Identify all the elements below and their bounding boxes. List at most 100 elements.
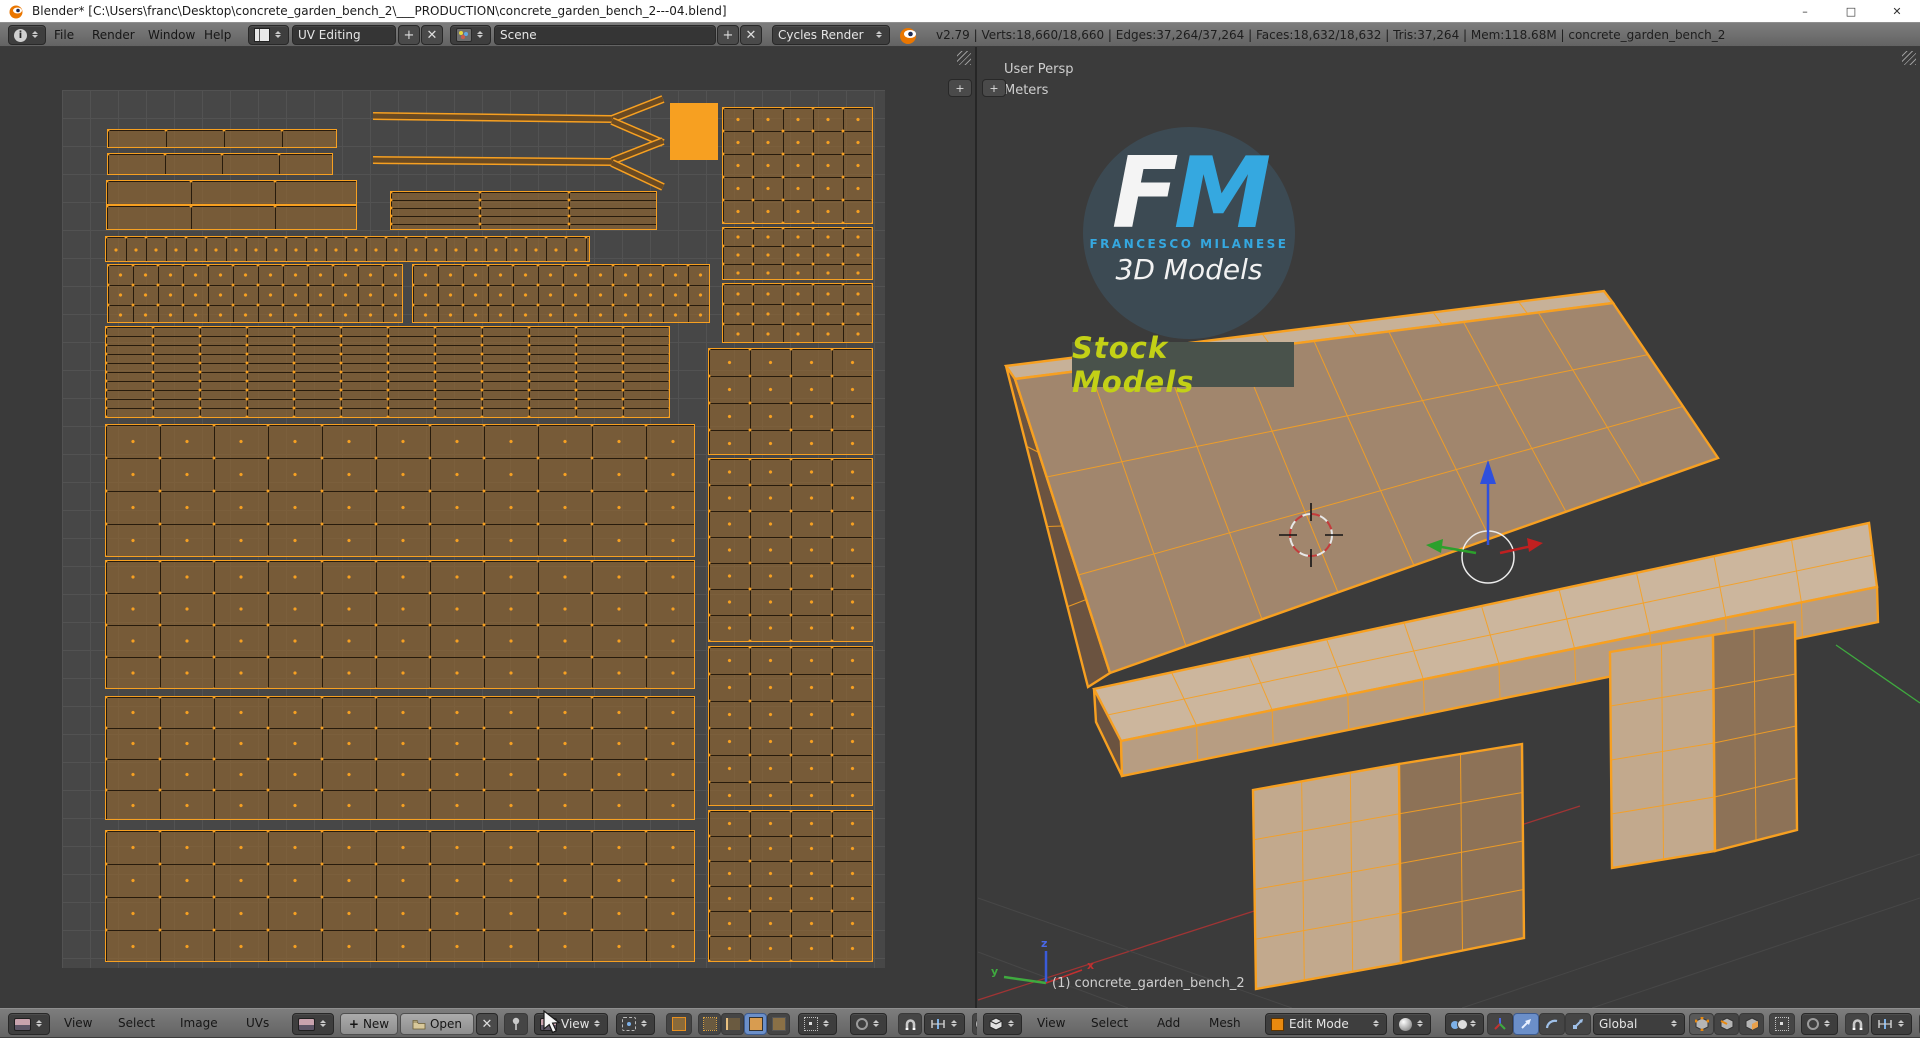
edge-select-icon bbox=[725, 1018, 740, 1030]
3d-panel-expand-button[interactable]: + bbox=[982, 79, 1006, 97]
corner-resize-grip[interactable] bbox=[957, 51, 971, 65]
viewport-shading-selector[interactable] bbox=[1393, 1013, 1431, 1035]
image-new-button[interactable]: + New bbox=[340, 1013, 398, 1035]
vertex-select-icon bbox=[702, 1017, 717, 1031]
uv-editor-header: View Select Image UVs + New Open ✕ View bbox=[0, 1008, 977, 1038]
chevron-updown-icon bbox=[822, 1017, 831, 1031]
3d-menu-mesh[interactable]: Mesh bbox=[1209, 1009, 1241, 1037]
plus-icon: + bbox=[348, 1017, 359, 1031]
scene-icon bbox=[456, 28, 472, 42]
interaction-mode-selector[interactable]: Edit Mode bbox=[1265, 1013, 1387, 1035]
uv-menu-image[interactable]: Image bbox=[180, 1009, 218, 1037]
fm-logo-circle: FM FRANCESCO MILANESE 3D Models bbox=[1083, 127, 1295, 339]
uv-editor-viewport[interactable]: + bbox=[0, 47, 977, 1008]
pin-icon bbox=[512, 1017, 520, 1030]
snap-target-icon bbox=[931, 1019, 945, 1029]
blender-logo-icon bbox=[900, 28, 916, 44]
object-info-overlay: (1) concrete_garden_bench_2 bbox=[1052, 976, 1245, 991]
maximize-button[interactable]: □ bbox=[1828, 0, 1874, 22]
editor-type-selector-3d[interactable] bbox=[983, 1013, 1022, 1035]
chevron-updown-icon bbox=[1897, 1017, 1906, 1031]
manipulator-scale-button[interactable] bbox=[1565, 1013, 1591, 1035]
layout-add-button[interactable]: + bbox=[398, 25, 420, 45]
proportional-edit-selector[interactable] bbox=[850, 1013, 887, 1035]
scene-name-field[interactable]: Scene bbox=[494, 25, 716, 45]
chevron-updown-icon bbox=[593, 1017, 602, 1031]
fm-logo-monogram: FM bbox=[1111, 137, 1271, 251]
vertex-mode-cube-icon bbox=[1694, 1017, 1709, 1031]
3d-menu-view[interactable]: View bbox=[1037, 1009, 1065, 1037]
snap-toggle-button-3d[interactable] bbox=[1845, 1013, 1869, 1035]
fm-logo-name: FRANCESCO MILANESE bbox=[1089, 237, 1289, 251]
editor-type-selector-info[interactable]: i bbox=[8, 25, 46, 45]
occlude-geometry-button[interactable] bbox=[1769, 1013, 1795, 1035]
image-editor-icon bbox=[14, 1017, 31, 1031]
proportional-edit-selector-3d[interactable] bbox=[1801, 1013, 1838, 1035]
chevron-updown-icon bbox=[31, 28, 40, 42]
menu-render[interactable]: Render bbox=[92, 23, 135, 46]
layout-browse-button[interactable] bbox=[248, 25, 289, 45]
face-select-mode-button[interactable] bbox=[1739, 1013, 1764, 1035]
title-bar: Blender* [C:\Users\franc\Desktop\concret… bbox=[0, 0, 1920, 22]
manipulator-rotate-button[interactable] bbox=[1539, 1013, 1565, 1035]
uv-select-vertex-button[interactable] bbox=[698, 1013, 721, 1035]
chevron-updown-icon bbox=[1372, 1017, 1381, 1031]
layout-icon bbox=[254, 28, 270, 42]
editor-type-selector-image[interactable] bbox=[8, 1013, 50, 1035]
render-engine-selector[interactable]: Cycles Render bbox=[772, 25, 890, 45]
3d-viewport[interactable]: z y x User Persp Meters (1) concrete_gar… bbox=[977, 47, 1920, 1008]
manipulator-toggle-button[interactable] bbox=[1487, 1013, 1513, 1035]
uv-select-edge-button[interactable] bbox=[721, 1013, 744, 1035]
proportional-edit-icon bbox=[856, 1018, 868, 1030]
layout-delete-button[interactable]: ✕ bbox=[421, 25, 443, 45]
snap-toggle-button[interactable] bbox=[898, 1013, 922, 1035]
occlude-icon bbox=[1775, 1017, 1789, 1031]
uv-menu-view[interactable]: View bbox=[64, 1009, 92, 1037]
chevron-updown-icon bbox=[319, 1017, 328, 1031]
magnet-icon bbox=[1852, 1018, 1862, 1030]
uv-menu-uvs[interactable]: UVs bbox=[246, 1009, 269, 1037]
menu-file[interactable]: File bbox=[54, 23, 74, 46]
island-select-icon bbox=[771, 1017, 786, 1031]
image-browse-button[interactable] bbox=[292, 1013, 334, 1035]
edge-select-mode-button[interactable] bbox=[1714, 1013, 1739, 1035]
corner-resize-grip[interactable] bbox=[1902, 51, 1916, 65]
minimize-button[interactable]: – bbox=[1782, 0, 1828, 22]
face-mode-cube-icon bbox=[1745, 1017, 1758, 1031]
axis-tripod-icon bbox=[1494, 1018, 1506, 1030]
uv-menu-select[interactable]: Select bbox=[118, 1009, 155, 1037]
snap-target-selector-3d[interactable] bbox=[1871, 1013, 1912, 1035]
sticky-selection-selector[interactable] bbox=[798, 1013, 837, 1035]
snap-target-selector[interactable] bbox=[924, 1013, 965, 1035]
menu-window[interactable]: Window bbox=[148, 23, 195, 46]
transform-orientation-selector[interactable]: Global bbox=[1593, 1013, 1685, 1035]
window-title: Blender* [C:\Users\franc\Desktop\concret… bbox=[32, 4, 727, 18]
3d-view-header: View Select Add Mesh Edit Mode Global bbox=[977, 1008, 1920, 1038]
close-button[interactable]: ✕ bbox=[1874, 0, 1920, 22]
vertex-select-mode-button[interactable] bbox=[1689, 1013, 1714, 1035]
view-name-overlay: User Persp bbox=[1004, 62, 1074, 77]
folder-icon bbox=[412, 1019, 426, 1029]
scene-add-button[interactable]: + bbox=[717, 25, 739, 45]
chevron-updown-icon bbox=[1007, 1017, 1016, 1031]
info-header: i File Render Window Help UV Editing + ✕… bbox=[0, 22, 1920, 47]
3d-menu-add[interactable]: Add bbox=[1157, 1009, 1180, 1037]
pivot-point-selector[interactable] bbox=[616, 1013, 655, 1035]
image-unlink-button[interactable]: ✕ bbox=[476, 1013, 498, 1035]
layout-name-field[interactable]: UV Editing bbox=[292, 25, 396, 45]
uv-panel-expand-button[interactable]: + bbox=[948, 79, 972, 97]
uv-select-face-button[interactable] bbox=[744, 1013, 767, 1035]
uv-select-island-button[interactable] bbox=[767, 1013, 790, 1035]
manipulator-translate-button[interactable] bbox=[1513, 1013, 1539, 1035]
blender-window: Blender* [C:\Users\franc\Desktop\concret… bbox=[0, 0, 1920, 1038]
pin-toggle-button[interactable] bbox=[504, 1013, 528, 1035]
chevron-updown-icon bbox=[875, 28, 884, 42]
uv-sync-selection-toggle[interactable] bbox=[666, 1013, 692, 1035]
3d-editor-cube-icon bbox=[989, 1017, 1003, 1031]
pivot-center-selector[interactable] bbox=[1445, 1013, 1484, 1035]
image-open-button[interactable]: Open bbox=[400, 1013, 474, 1035]
3d-menu-select[interactable]: Select bbox=[1091, 1009, 1128, 1037]
scene-delete-button[interactable]: ✕ bbox=[740, 25, 762, 45]
menu-help[interactable]: Help bbox=[204, 23, 231, 46]
scene-browse-button[interactable] bbox=[450, 25, 491, 45]
